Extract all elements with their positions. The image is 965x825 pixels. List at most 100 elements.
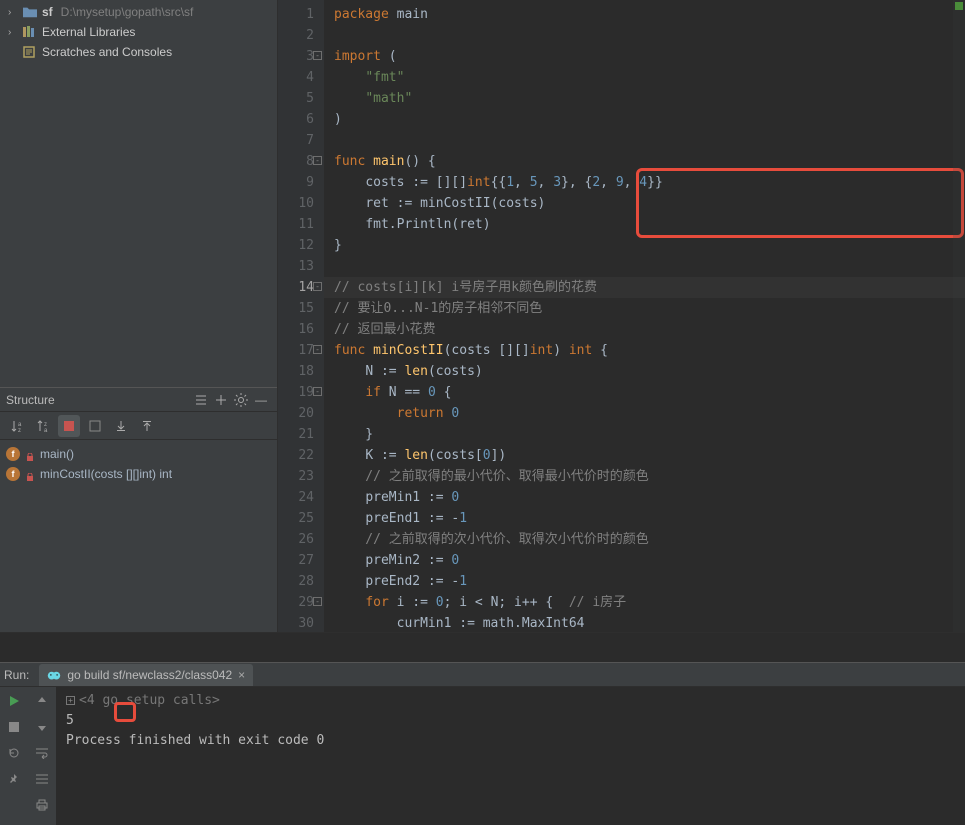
code-line[interactable]: func minCostII(costs [][]int) int {	[324, 340, 965, 361]
show-fields-icon[interactable]	[58, 415, 80, 437]
up-icon[interactable]	[32, 691, 52, 711]
line-number[interactable]: 6	[278, 109, 314, 130]
gutter[interactable]: 123-45678-91011121314-151617-1819-202122…	[278, 0, 324, 632]
gear-icon[interactable]	[231, 390, 251, 410]
pin-icon[interactable]	[4, 769, 24, 789]
code-line[interactable]: curMin1 := math.MaxInt64	[324, 613, 965, 634]
line-number[interactable]: 19-	[278, 382, 314, 403]
code-line[interactable]: // costs[i][k] i号房子用k颜色刷的花费	[324, 277, 965, 298]
line-number[interactable]: 22	[278, 445, 314, 466]
code-line[interactable]: package main	[324, 4, 965, 25]
chevron-right-icon[interactable]: ›	[8, 7, 18, 18]
code-line[interactable]: fmt.Println(ret)	[324, 214, 965, 235]
code-line[interactable]: preEnd2 := -1	[324, 571, 965, 592]
code-line[interactable]: "math"	[324, 88, 965, 109]
soft-wrap-icon[interactable]	[32, 743, 52, 763]
restart-icon[interactable]	[4, 743, 24, 763]
chevron-right-icon[interactable]: ›	[8, 27, 18, 38]
fold-icon[interactable]: -	[313, 51, 322, 60]
code-line[interactable]: func main() {	[324, 151, 965, 172]
line-number[interactable]: 8-	[278, 151, 314, 172]
rerun-icon[interactable]	[4, 691, 24, 711]
down-icon[interactable]	[32, 717, 52, 737]
show-methods-icon[interactable]	[84, 415, 106, 437]
line-number[interactable]: 11	[278, 214, 314, 235]
line-number[interactable]: 28	[278, 571, 314, 592]
line-number[interactable]: 20	[278, 403, 314, 424]
fold-icon[interactable]: -	[313, 345, 322, 354]
editor[interactable]: 123-45678-91011121314-151617-1819-202122…	[278, 0, 965, 632]
collapse-all-icon[interactable]	[191, 390, 211, 410]
line-number[interactable]: 25	[278, 508, 314, 529]
sort-alpha-desc-icon[interactable]: za	[32, 415, 54, 437]
code-line[interactable]: for i := 0; i < N; i++ { // i房子	[324, 592, 965, 613]
line-number[interactable]: 21	[278, 424, 314, 445]
line-number[interactable]: 18	[278, 361, 314, 382]
code-line[interactable]: return 0	[324, 403, 965, 424]
run-tab[interactable]: go build sf/newclass2/class042 ×	[39, 664, 253, 686]
code-line[interactable]: // 之前取得的次小代价、取得次小代价时的颜色	[324, 529, 965, 550]
code-line[interactable]: ret := minCostII(costs)	[324, 193, 965, 214]
line-number[interactable]: 5	[278, 88, 314, 109]
line-number[interactable]: 29-	[278, 592, 314, 613]
code-line[interactable]: costs := [][]int{{1, 5, 3}, {2, 9, 4}}	[324, 172, 965, 193]
print-icon[interactable]	[32, 795, 52, 815]
line-number[interactable]: 30	[278, 613, 314, 634]
autoscroll-to-source-icon[interactable]	[110, 415, 132, 437]
external-libraries[interactable]: › External Libraries	[0, 22, 277, 42]
code-line[interactable]: preMin1 := 0	[324, 487, 965, 508]
line-number[interactable]: 1	[278, 4, 314, 25]
code-line[interactable]: }	[324, 235, 965, 256]
fold-icon[interactable]: -	[313, 597, 322, 606]
scratches-and-consoles[interactable]: Scratches and Consoles	[0, 42, 277, 62]
line-number[interactable]: 2	[278, 25, 314, 46]
line-number[interactable]: 13	[278, 256, 314, 277]
code-line[interactable]: if N == 0 {	[324, 382, 965, 403]
code-line[interactable]: )	[324, 109, 965, 130]
line-number[interactable]: 17-	[278, 340, 314, 361]
vertical-scrollbar[interactable]	[953, 0, 965, 632]
code-line[interactable]: // 返回最小花费	[324, 319, 965, 340]
line-number[interactable]: 26	[278, 529, 314, 550]
close-icon[interactable]: ×	[238, 668, 245, 682]
stop-icon[interactable]	[4, 717, 24, 737]
fold-icon[interactable]: -	[313, 156, 322, 165]
fold-icon[interactable]: -	[313, 387, 322, 396]
line-number[interactable]: 24	[278, 487, 314, 508]
code-line[interactable]: // 之前取得的最小代价、取得最小代价时的颜色	[324, 466, 965, 487]
expand-icon[interactable]: +	[66, 696, 75, 705]
code-line[interactable]	[324, 25, 965, 46]
code-line[interactable]: "fmt"	[324, 67, 965, 88]
line-number[interactable]: 4	[278, 67, 314, 88]
code-area[interactable]: package main import ( "fmt" "math") func m…	[324, 0, 965, 632]
line-number[interactable]: 7	[278, 130, 314, 151]
minimize-icon[interactable]: —	[251, 390, 271, 410]
code-line[interactable]: N := len(costs)	[324, 361, 965, 382]
structure-item-main[interactable]: f main()	[6, 444, 271, 464]
line-number[interactable]: 23	[278, 466, 314, 487]
line-number[interactable]: 10	[278, 193, 314, 214]
fold-icon[interactable]: -	[313, 282, 322, 291]
line-number[interactable]: 27	[278, 550, 314, 571]
line-number[interactable]: 9	[278, 172, 314, 193]
code-line[interactable]	[324, 130, 965, 151]
code-line[interactable]: preEnd1 := -1	[324, 508, 965, 529]
structure-item-mincost[interactable]: f minCostII(costs [][]int) int	[6, 464, 271, 484]
line-number[interactable]: 14-	[278, 277, 314, 298]
code-line[interactable]: K := len(costs[0])	[324, 445, 965, 466]
line-number[interactable]: 12	[278, 235, 314, 256]
console-output[interactable]: +<4 go setup calls> 5 Process finished w…	[56, 687, 965, 825]
line-number[interactable]: 16	[278, 319, 314, 340]
code-line[interactable]: import (	[324, 46, 965, 67]
code-line[interactable]: }	[324, 424, 965, 445]
scroll-to-end-icon[interactable]	[32, 769, 52, 789]
code-line[interactable]	[324, 256, 965, 277]
expand-all-icon[interactable]	[211, 390, 231, 410]
code-line[interactable]: // 要让0...N-1的房子相邻不同色	[324, 298, 965, 319]
line-number[interactable]: 15	[278, 298, 314, 319]
code-line[interactable]: preMin2 := 0	[324, 550, 965, 571]
sort-alpha-asc-icon[interactable]: az	[6, 415, 28, 437]
project-root[interactable]: › sf D:\mysetup\gopath\src\sf	[0, 2, 277, 22]
autoscroll-from-source-icon[interactable]	[136, 415, 158, 437]
line-number[interactable]: 3-	[278, 46, 314, 67]
